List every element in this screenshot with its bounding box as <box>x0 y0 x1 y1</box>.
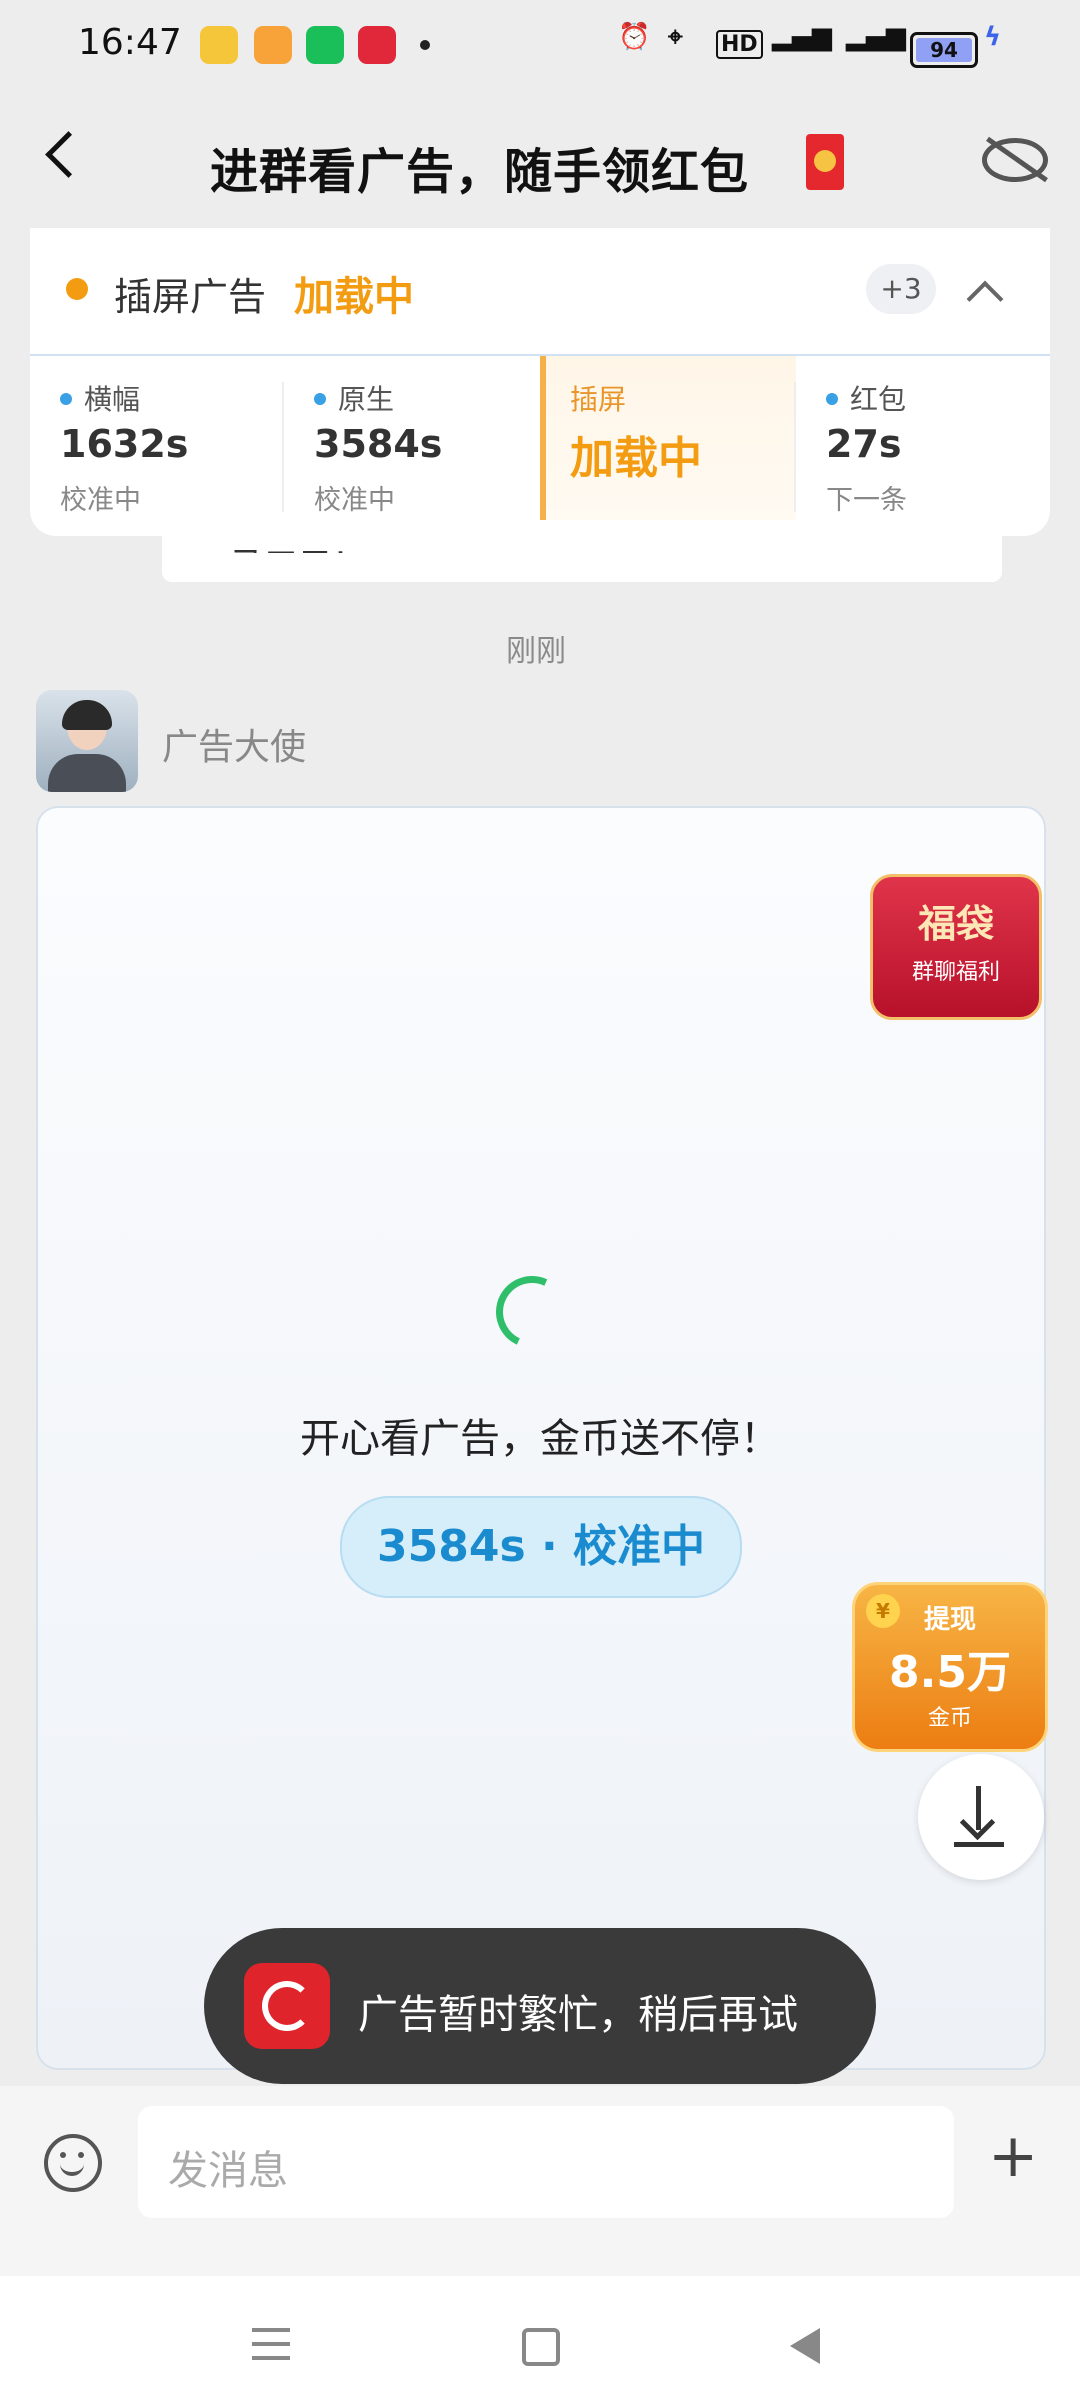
stat-label: 红包 <box>850 383 907 416</box>
status-time: 16:47 <box>78 22 182 63</box>
lucky-bag-sub: 群聊福利 <box>911 960 1000 985</box>
withdraw-amount: 8.5万 <box>889 1647 1011 1698</box>
weibo-notification-icon <box>254 26 292 64</box>
ad-stats-row: 横幅 1632s 校准中 原生 3584s 校准中 插屏 加载中 红包 27s … <box>30 356 1050 536</box>
coin-icon: ¥ <box>866 1594 900 1628</box>
lucky-bag-title: 福袋 <box>917 902 994 946</box>
battery-icon: 94 <box>910 32 978 68</box>
message-input-placeholder: 发消息 <box>168 2148 288 2194</box>
menu-nav-icon[interactable] <box>252 2328 290 2332</box>
app-notification-icon <box>200 26 238 64</box>
toast-text: 广告暂时繁忙，稍后再试 <box>358 1992 798 2038</box>
collapse-chevron-icon[interactable] <box>966 280 1004 318</box>
add-attachment-icon[interactable]: + <box>988 2126 1038 2186</box>
red-packet-icon <box>806 134 844 190</box>
stat-value: 加载中 <box>570 433 702 484</box>
shop-notification-icon <box>358 26 396 64</box>
countdown-pill: 3584s · 校准中 <box>340 1496 742 1598</box>
alarm-icon: ⏰ <box>618 22 651 52</box>
current-ad-state: 加载中 <box>294 274 414 320</box>
charging-icon: ϟ <box>984 22 1002 52</box>
lucky-bag-button[interactable]: 福袋 群聊福利 <box>870 874 1042 1020</box>
stat-value: 3584s <box>314 422 443 466</box>
stat-label: 横幅 <box>84 383 141 416</box>
stat-label: 插屏 <box>570 383 627 416</box>
video-notification-icon <box>306 26 344 64</box>
more-badge[interactable]: +3 <box>866 264 936 314</box>
avatar[interactable] <box>36 690 138 792</box>
status-dot <box>66 278 88 300</box>
location-icon: ⌖ <box>668 22 683 52</box>
stat-interstitial: 插屏 加载中 <box>540 356 796 536</box>
stat-sub: 校准中 <box>314 485 395 516</box>
hd-icon: HD <box>716 30 763 59</box>
withdraw-unit: 金币 <box>927 1706 972 1731</box>
back-nav-icon[interactable] <box>790 2328 820 2364</box>
app-logo-icon <box>244 1963 330 2049</box>
page-title: 进群看广告，随手领红包 <box>210 144 750 200</box>
system-nav-bar <box>0 2276 1080 2408</box>
emoji-icon[interactable] <box>44 2134 102 2192</box>
sender-name: 广告大使 <box>162 727 307 768</box>
stat-sub: 下一条 <box>826 485 907 516</box>
stat-value: 1632s <box>60 422 189 466</box>
stat-redpacket: 红包 27s 下一条 <box>796 356 1046 536</box>
download-button[interactable] <box>918 1754 1044 1880</box>
stat-value: 27s <box>826 422 902 466</box>
current-ad-label: 插屏广告 <box>114 275 267 319</box>
ad-card-message: 开心看广告，金币送不停！ <box>300 1416 780 1462</box>
signal-5g-icon: ▂▄▆ <box>772 22 832 52</box>
more-notifications-dot <box>420 40 430 50</box>
stat-banner: 横幅 1632s 校准中 <box>30 356 280 536</box>
status-bar: 16:47 ⏰ ⌖ HD ▂▄▆ ▂▄▆ 94 ϟ <box>0 0 1080 96</box>
message-timestamp: 刚刚 <box>506 634 566 669</box>
signal-5g-icon-2: ▂▄▆ <box>846 22 906 52</box>
hide-eye-icon[interactable] <box>982 136 1048 183</box>
ad-status-panel: 插屏广告 加载中 +3 横幅 1632s 校准中 原生 3584s 校准中 插屏… <box>30 228 1050 536</box>
stat-sub: 校准中 <box>60 485 141 516</box>
stat-native: 原生 3584s 校准中 <box>284 356 534 536</box>
home-nav-icon[interactable] <box>522 2328 560 2366</box>
panel-header[interactable]: 插屏广告 加载中 +3 <box>30 228 1050 356</box>
battery-level: 94 <box>916 38 972 62</box>
stat-label: 原生 <box>338 383 395 416</box>
